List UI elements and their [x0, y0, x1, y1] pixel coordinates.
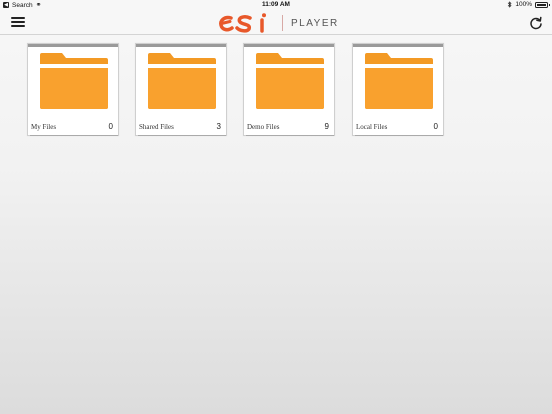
folder-card-my-files[interactable]: My Files 0 [27, 43, 119, 136]
battery-percent: 100% [515, 1, 532, 8]
folder-card-demo-files[interactable]: Demo Files 9 [243, 43, 335, 136]
battery-icon [535, 1, 550, 8]
hamburger-menu-icon [11, 17, 25, 19]
folder-icon [256, 53, 324, 109]
status-bar: ◀ Search ⚭ 11:09 AM 100% [0, 0, 552, 11]
folder-icon [40, 53, 108, 109]
folder-count: 3 [216, 122, 221, 131]
refresh-button[interactable] [529, 16, 543, 30]
menu-button[interactable] [11, 16, 25, 28]
folder-icon [365, 53, 433, 109]
app-logo: PLAYER [218, 11, 339, 35]
folder-label: Demo Files [247, 123, 280, 131]
esi-logo-icon [219, 13, 266, 33]
product-name: PLAYER [291, 17, 339, 29]
logo-divider [282, 15, 283, 31]
folder-card-shared-files[interactable]: Shared Files 3 [135, 43, 227, 136]
folder-count: 0 [108, 122, 113, 131]
bluetooth-icon [508, 1, 512, 8]
folder-label: Local Files [356, 123, 388, 131]
folder-count: 9 [324, 122, 329, 131]
status-right: 100% [507, 1, 550, 8]
folder-card-local-files[interactable]: Local Files 0 [352, 43, 444, 136]
folder-count: 0 [433, 122, 438, 131]
nav-bar: PLAYER [0, 11, 552, 35]
folder-label: My Files [31, 123, 57, 131]
folder-label: Shared Files [139, 123, 174, 131]
refresh-icon [530, 16, 542, 30]
status-time: 11:09 AM [262, 1, 290, 8]
folder-icon [148, 53, 216, 109]
